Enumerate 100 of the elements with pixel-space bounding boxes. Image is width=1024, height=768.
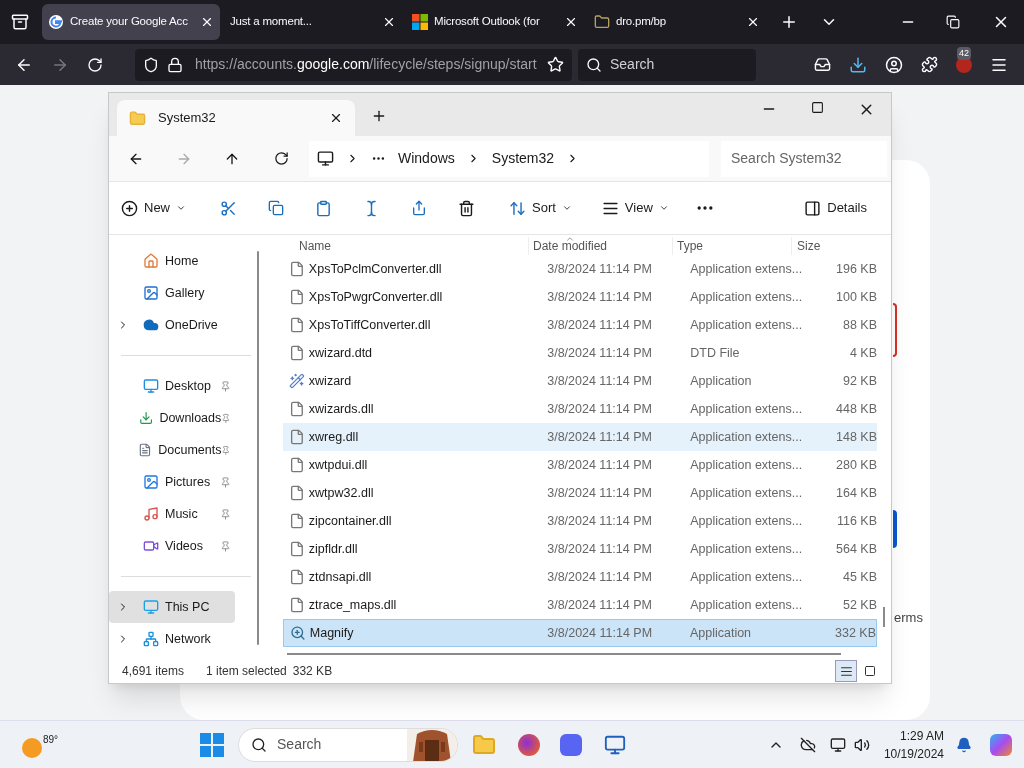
column-header[interactable]: Name	[263, 237, 529, 255]
sidebar-item[interactable]: Documents	[109, 434, 235, 466]
paste-icon[interactable]	[315, 199, 332, 217]
remote-desktop-icon[interactable]	[604, 733, 627, 756]
reload-icon[interactable]	[87, 56, 103, 73]
new-button[interactable]: New	[121, 198, 186, 218]
file-row[interactable]: xwizards.dll 3/8/2024 11:14 PM Application extens... 448 KB	[283, 395, 877, 423]
file-name: XpsToPwgrConverter.dll	[308, 288, 444, 306]
link-text[interactable]: erms	[894, 608, 923, 628]
file-row[interactable]: ztrace_maps.dll 3/8/2024 11:14 PM Application extens... 52 KB	[283, 591, 877, 619]
maximize-icon[interactable]	[811, 101, 824, 114]
sidebar-item[interactable]: Network	[109, 623, 235, 655]
explorer-tab[interactable]: System32	[117, 100, 355, 136]
download-icon	[139, 410, 154, 426]
file-name: xwizards.dll	[308, 400, 375, 418]
type-cell-text: Application extens...	[690, 456, 804, 474]
network-icon[interactable]	[829, 736, 846, 753]
sidebar-item[interactable]: Gallery	[109, 277, 247, 309]
date-cell-text: 3/8/2024 11:14 PM	[547, 428, 653, 446]
sidebar-item[interactable]: This PC	[109, 591, 235, 623]
sidebar-item[interactable]: Home	[109, 245, 247, 277]
search-field[interactable]: Search	[578, 48, 756, 81]
file-icon	[288, 541, 305, 557]
sidebar-item[interactable]: Videos	[109, 530, 235, 562]
file-row[interactable]: XpsToPclmConverter.dll 3/8/2024 11:14 PM Application extens... 196 KB	[283, 255, 877, 283]
new-tab-icon[interactable]	[780, 13, 798, 31]
column-header[interactable]: Type	[673, 237, 792, 255]
file-row[interactable]: XpsToTiffConverter.dll 3/8/2024 11:14 PM Application extens... 88 KB	[283, 311, 877, 339]
breadcrumb-item[interactable]: System32	[491, 148, 555, 169]
browser-tab[interactable]: Create your Google Acc	[42, 4, 220, 40]
copy-icon[interactable]	[268, 200, 284, 216]
close-icon[interactable]	[564, 15, 578, 29]
date-cell-text: 3/8/2024 11:14 PM	[547, 624, 654, 642]
sort-button[interactable]: Sort	[509, 198, 572, 218]
size-cell-text: 45 KB	[841, 568, 877, 586]
file-row[interactable]: zipfldr.dll 3/8/2024 11:14 PM Application extens... 564 KB	[283, 535, 877, 563]
sidebar-item[interactable]: Music	[109, 498, 235, 530]
bell-icon[interactable]	[956, 736, 972, 753]
file-row[interactable]: xwizard 3/8/2024 11:14 PM Application 92 KB	[283, 367, 877, 395]
url-field[interactable]: https://accounts.google.com/lifecycle/steps/signup/start	[135, 48, 572, 81]
cloud-off-icon[interactable]	[799, 736, 816, 753]
windows-logo-icon[interactable]	[200, 732, 225, 757]
size-cell-text: 332 KB	[834, 624, 876, 642]
sidebar-item[interactable]: Downloads	[109, 402, 235, 434]
cut-icon[interactable]	[220, 199, 237, 217]
search-field[interactable]: Search System32	[721, 140, 887, 177]
file-row[interactable]: zipcontainer.dll 3/8/2024 11:14 PM Application extens... 116 KB	[283, 507, 877, 535]
type-cell-text: DTD File	[690, 344, 741, 362]
size-cell-text: 280 KB	[835, 456, 877, 474]
browser-tab[interactable]: dro.pm/bp	[588, 4, 766, 40]
refresh-icon[interactable]	[274, 151, 289, 166]
column-header[interactable]: Date modified	[529, 237, 673, 255]
type-cell-text: Application extens...	[690, 568, 804, 586]
file-row[interactable]: Magnify 3/8/2024 11:14 PM Application 332 KB	[283, 619, 877, 647]
bookmark-star-icon[interactable]	[547, 56, 564, 73]
pin-icon	[220, 380, 231, 392]
delete-icon[interactable]	[458, 199, 475, 217]
file-row[interactable]: xwreg.dll 3/8/2024 11:14 PM Application extens... 148 KB	[283, 423, 877, 451]
size-cell-text: 164 KB	[835, 484, 877, 502]
file-row[interactable]: XpsToPwgrConverter.dll 3/8/2024 11:14 PM Application extens... 100 KB	[283, 283, 877, 311]
date-cell-text: 3/8/2024 11:14 PM	[547, 372, 653, 390]
file-row[interactable]: xwtpdui.dll 3/8/2024 11:14 PM Application extens... 280 KB	[283, 451, 877, 479]
search-field[interactable]: Search	[238, 727, 459, 762]
account-icon[interactable]	[885, 55, 903, 74]
address-bar[interactable]: Windows System32	[309, 140, 709, 177]
next-button[interactable]	[893, 510, 897, 548]
sidebar-item[interactable]: OneDrive	[109, 309, 247, 341]
item-count: 4,691 items	[122, 663, 185, 680]
close-icon[interactable]	[746, 15, 760, 29]
volume-icon[interactable]	[853, 736, 870, 753]
new-tab-icon[interactable]	[371, 108, 387, 124]
caret-icon	[176, 203, 186, 213]
view-button[interactable]: View	[601, 198, 669, 218]
tab-title: Microsoft Outlook (for	[434, 14, 541, 30]
tab-list-icon[interactable]	[11, 13, 29, 31]
extensions-icon[interactable]	[921, 56, 938, 73]
close-icon[interactable]	[200, 15, 214, 29]
search-placeholder: Search	[277, 735, 323, 754]
share-icon[interactable]	[411, 200, 427, 216]
horizontal-scrollbar[interactable]	[287, 653, 841, 655]
browser-tab[interactable]: Just a moment...	[224, 4, 402, 40]
download-icon[interactable]	[849, 55, 867, 74]
details-view-button[interactable]	[835, 660, 857, 682]
file-row[interactable]: ztdnsapi.dll 3/8/2024 11:14 PM Application extens... 45 KB	[283, 563, 877, 591]
column-header[interactable]: Size	[792, 237, 821, 255]
close-icon[interactable]	[382, 15, 396, 29]
file-row[interactable]: xwizard.dtd 3/8/2024 11:14 PM DTD File 4 KB	[283, 339, 877, 367]
clock[interactable]: 1:29 AM 10/19/2024	[883, 726, 944, 763]
breadcrumb-item[interactable]: Windows	[398, 148, 455, 169]
browser-tab[interactable]: Microsoft Outlook (for	[406, 4, 584, 40]
vertical-scrollbar[interactable]	[883, 607, 885, 627]
file-name: ztrace_maps.dll	[308, 596, 398, 614]
file-row[interactable]: xwtpw32.dll 3/8/2024 11:14 PM Application extens... 164 KB	[283, 479, 877, 507]
restore-icon[interactable]	[946, 15, 960, 29]
close-icon[interactable]	[329, 111, 343, 125]
sidebar-item[interactable]: Pictures	[109, 466, 235, 498]
sidebar-item[interactable]: Desktop	[109, 370, 235, 402]
weather-widget[interactable]: 89°	[22, 731, 59, 758]
details-button[interactable]: Details	[804, 198, 867, 218]
scrollbar[interactable]	[257, 251, 259, 645]
